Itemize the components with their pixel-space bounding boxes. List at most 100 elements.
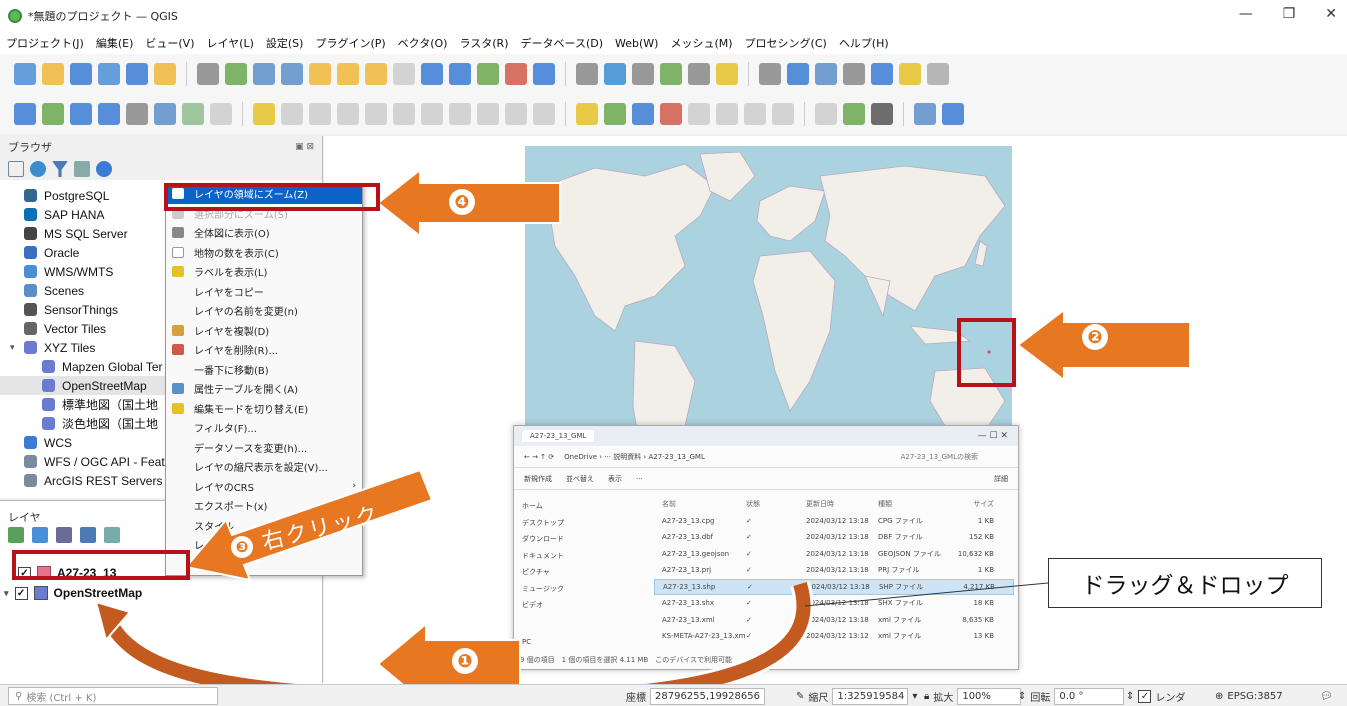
context-menu-item[interactable]: データソースを変更(h)...	[166, 438, 362, 458]
sidebar-pictures[interactable]: ピクチャ	[522, 564, 642, 581]
context-menu-item[interactable]: 属性テーブルを開く(A)	[166, 379, 362, 399]
expand-arrow-icon[interactable]: ▾	[4, 588, 9, 599]
menu-processing[interactable]: プロセシング(C)	[745, 35, 827, 51]
toolbar-tool-icon[interactable]	[98, 63, 120, 85]
magnifier-input[interactable]: 100%	[957, 687, 1022, 705]
toolbar-tool-icon[interactable]	[154, 103, 176, 125]
column-date[interactable]: 更新日時	[806, 499, 878, 509]
toolbar-tool-icon[interactable]	[815, 103, 837, 125]
toolbar-tool-icon[interactable]	[505, 103, 527, 125]
toolbar-tool-icon[interactable]	[604, 63, 626, 85]
expression-filter-icon[interactable]	[104, 527, 120, 543]
toolbar-tool-icon[interactable]	[744, 103, 766, 125]
context-menu-item[interactable]: 地物の数を表示(C)	[166, 243, 362, 263]
toolbar-tool-icon[interactable]	[70, 63, 92, 85]
context-menu-item[interactable]: レイヤをコピー	[166, 282, 362, 302]
properties-icon[interactable]	[96, 161, 112, 177]
layer-row-osm[interactable]: ▾ ✓ OpenStreetMap	[4, 584, 142, 602]
details-button[interactable]: 詳細	[994, 474, 1008, 484]
context-menu-item[interactable]: レイヤを複製(D)	[166, 321, 362, 341]
toolbar-tool-icon[interactable]	[365, 63, 387, 85]
toolbar-tool-icon[interactable]	[393, 103, 415, 125]
file-row[interactable]: A27-23_13.prj ✓ 2024/03/12 13:18 PRJ ファイル 1 …	[654, 562, 1014, 579]
toolbar-tool-icon[interactable]	[787, 63, 809, 85]
filter-icon[interactable]	[52, 161, 68, 177]
context-menu-item[interactable]: レイヤのCRS ›	[166, 477, 362, 497]
close-button[interactable]: ✕	[1325, 6, 1337, 22]
toolbar-tool-icon[interactable]	[660, 103, 682, 125]
more-button[interactable]: ···	[636, 475, 643, 483]
toolbar-tool-icon[interactable]	[927, 63, 949, 85]
locator-search-input[interactable]: ⚲ 検索 (Ctrl + K)	[8, 687, 218, 705]
context-menu-item[interactable]: レイヤを削除(R)...	[166, 340, 362, 360]
toolbar-tool-icon[interactable]	[182, 103, 204, 125]
toolbar-tool-icon[interactable]	[533, 63, 555, 85]
menu-web[interactable]: Web(W)	[615, 37, 658, 50]
menu-raster[interactable]: ラスタ(R)	[459, 35, 508, 51]
file-row[interactable]: A27-23_13.xml ✓ 2024/03/12 13:18 xml ファイル 8,…	[654, 612, 1014, 629]
add-group-icon[interactable]	[32, 527, 48, 543]
file-row[interactable]: A27-23_13.shp ✓ 2024/03/12 13:18 SHP ファイル 4,…	[654, 578, 1014, 595]
column-type[interactable]: 種類	[878, 499, 944, 509]
toolbar-tool-icon[interactable]	[871, 63, 893, 85]
sidebar-documents[interactable]: ドキュメント	[522, 548, 642, 565]
toolbar-tool-icon[interactable]	[688, 103, 710, 125]
column-name[interactable]: 名前	[654, 499, 746, 509]
menu-plugins[interactable]: プラグイン(P)	[315, 35, 385, 51]
toolbar-tool-icon[interactable]	[42, 103, 64, 125]
toolbar-tool-icon[interactable]	[70, 103, 92, 125]
toolbar-tool-icon[interactable]	[253, 63, 275, 85]
toolbar-tool-icon[interactable]	[759, 63, 781, 85]
toolbar-tool-icon[interactable]	[716, 103, 738, 125]
menu-database[interactable]: データベース(D)	[521, 35, 604, 51]
column-size[interactable]: サイズ	[944, 499, 994, 509]
toolbar-tool-icon[interactable]	[843, 103, 865, 125]
toolbar-tool-icon[interactable]	[309, 63, 331, 85]
toolbar-tool-icon[interactable]	[197, 63, 219, 85]
refresh-icon[interactable]	[30, 161, 46, 177]
toolbar-tool-icon[interactable]	[942, 103, 964, 125]
menu-vector[interactable]: ベクタ(O)	[398, 35, 448, 51]
sidebar-home[interactable]: ホーム	[522, 498, 642, 515]
file-row[interactable]: A27-23_13.cpg ✓ 2024/03/12 13:18 CPG ファイル 1 …	[654, 513, 1014, 530]
context-menu-item[interactable]: ラベルを表示(L)	[166, 262, 362, 282]
file-row[interactable]: KS-META-A27-23_13.xml ✓ 2024/03/12 13:12 xm…	[654, 628, 1014, 645]
file-row[interactable]: A27-23_13.shx ✓ 2024/03/12 13:18 SHX ファイル 18…	[654, 595, 1014, 612]
toolbar-tool-icon[interactable]	[899, 63, 921, 85]
toolbar-tool-icon[interactable]	[281, 63, 303, 85]
new-button[interactable]: 新規作成	[524, 474, 552, 484]
view-button[interactable]: 表示	[608, 474, 622, 484]
toolbar-tool-icon[interactable]	[253, 103, 275, 125]
toolbar-tool-icon[interactable]	[843, 63, 865, 85]
messages-icon[interactable]: 💬︎	[1320, 691, 1333, 702]
toolbar-tool-icon[interactable]	[281, 103, 303, 125]
toolbar-tool-icon[interactable]	[660, 63, 682, 85]
style-panel-icon[interactable]	[8, 527, 24, 543]
toolbar-tool-icon[interactable]	[604, 103, 626, 125]
magnifier-spin-icon[interactable]: ⇕	[1018, 691, 1026, 702]
toolbar-tool-icon[interactable]	[449, 63, 471, 85]
toolbar-tool-icon[interactable]	[576, 63, 598, 85]
crs-label[interactable]: EPSG:3857	[1227, 691, 1282, 702]
context-menu-item[interactable]: 編集モードを切り替え(E)	[166, 399, 362, 419]
toolbar-tool-icon[interactable]	[337, 103, 359, 125]
toolbar-tool-icon[interactable]	[914, 103, 936, 125]
lock-scale-icon[interactable]: 🔒︎	[924, 691, 929, 702]
sidebar-pc[interactable]: PC	[522, 634, 642, 651]
toolbar-tool-icon[interactable]	[772, 103, 794, 125]
messages-field[interactable]: 💬︎	[1320, 687, 1333, 705]
sidebar-downloads[interactable]: ダウンロード	[522, 531, 642, 548]
expand-arrow-icon[interactable]: ▾	[10, 342, 15, 353]
render-checkbox[interactable]: ✓	[1138, 689, 1152, 703]
toolbar-tool-icon[interactable]	[365, 103, 387, 125]
toolbar-tool-icon[interactable]	[716, 63, 738, 85]
filter-legend-icon[interactable]	[80, 527, 96, 543]
context-menu-item[interactable]: レイヤの名前を変更(n)	[166, 301, 362, 321]
toolbar-tool-icon[interactable]	[14, 103, 36, 125]
menu-edit[interactable]: 編集(E)	[96, 35, 134, 51]
context-menu-item[interactable]: プロ	[166, 555, 362, 575]
nav-arrows-icon[interactable]: ← → ↑ ⟳	[524, 453, 554, 461]
layer-visibility-checkbox[interactable]: ✓	[14, 586, 28, 600]
toolbar-tool-icon[interactable]	[337, 63, 359, 85]
toolbar-tool-icon[interactable]	[632, 63, 654, 85]
